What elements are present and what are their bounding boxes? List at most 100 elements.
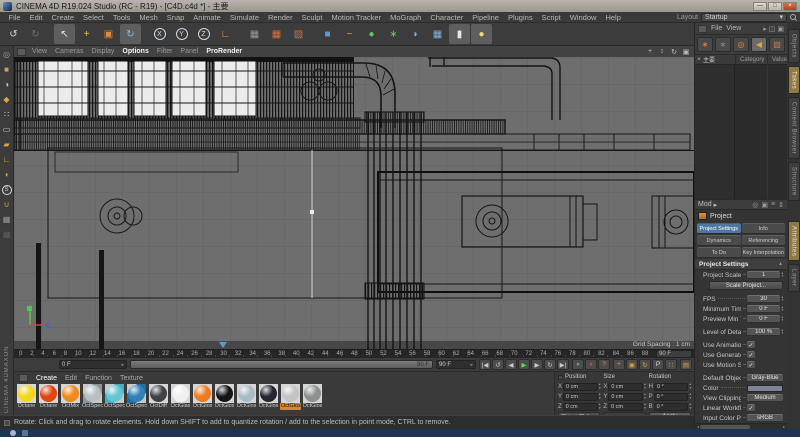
search-icon[interactable]: ◎ (752, 201, 758, 209)
menu-item[interactable]: Window (565, 13, 601, 22)
panel-tab[interactable]: Takes (788, 66, 800, 94)
coordinate-system-icon[interactable]: ∟ (215, 24, 236, 44)
rotate-view-icon[interactable]: ↻ (669, 47, 679, 56)
position-y-field[interactable]: 0 cm (563, 393, 598, 401)
render-picture-viewer-icon[interactable]: ▦ (266, 24, 287, 44)
main-take[interactable]: 主要 (703, 55, 733, 64)
max-frame-box[interactable]: 90 F (656, 350, 692, 358)
mode-arrow-icon[interactable]: ▸ (714, 201, 718, 209)
rotation-b-field[interactable]: 0 ° (654, 403, 689, 411)
record-take-icon[interactable]: ▨ (769, 37, 785, 52)
Octane[interactable]: Octane (38, 384, 59, 410)
viewport-solo-icon[interactable]: ◖ (0, 167, 14, 182)
project-scale-input[interactable]: 1 (747, 271, 780, 279)
edges-mode-icon[interactable]: ▭ (0, 122, 14, 137)
camera-icon[interactable]: ▮ (449, 24, 470, 44)
OctSpec[interactable]: OctSpec (82, 384, 103, 410)
menu-item[interactable]: Plugins (503, 13, 537, 22)
expand-arrow-icon[interactable]: ▸ (763, 25, 767, 33)
toolbar-icon[interactable] (237, 24, 243, 44)
dock-icon[interactable]: ◫ (769, 25, 776, 33)
viewport-menu-item[interactable]: View (28, 48, 51, 55)
menu-item[interactable]: Pipeline (468, 13, 504, 22)
toggle-view-icon[interactable]: ▣ (681, 47, 691, 56)
material-menu-item[interactable]: Texture (120, 375, 143, 382)
menu-item[interactable]: Sculpt (297, 13, 327, 22)
make-editable-icon[interactable]: ◎ (0, 47, 14, 62)
use-animation-checkbox[interactable]: ✓ (747, 341, 755, 349)
spinner-icon[interactable]: ▴▾ (781, 306, 783, 313)
OctGlos[interactable]: OctGlos (214, 384, 235, 410)
use-motion-system-checkbox[interactable]: ✓ (747, 361, 755, 369)
mograph-icon[interactable]: ∗ (383, 24, 404, 44)
fps-input[interactable]: 30 (747, 295, 780, 303)
viewport-menu-item[interactable]: Filter (153, 48, 177, 55)
record-pla-icon[interactable]: ∷ (665, 359, 677, 370)
attribute-tab[interactable]: Key Interpolation (742, 247, 786, 258)
texture-mode-icon[interactable]: ◑ (0, 77, 14, 92)
input-color-profile-dropdown[interactable]: sRGB (747, 414, 783, 422)
OctGlos[interactable]: OctGlos (258, 384, 279, 410)
position-x-field[interactable]: 0 cm (563, 383, 598, 391)
OctDiff[interactable]: OctDiff (148, 384, 169, 410)
snap-icon[interactable]: S (0, 182, 14, 197)
go-to-end-icon[interactable]: ▶| (557, 359, 569, 370)
panel-tab[interactable]: Objects (788, 29, 800, 63)
menu-item[interactable]: Motion Tracker (327, 13, 386, 22)
menu-item[interactable]: Render (264, 13, 298, 22)
toolbar-icon[interactable] (310, 24, 316, 44)
viewport-menu-item[interactable]: Panel (176, 48, 202, 55)
viewport-menu-icon[interactable] (17, 48, 26, 56)
points-mode-icon[interactable]: ∷ (0, 107, 14, 122)
position-checkbox[interactable] (558, 375, 563, 380)
color-swatch[interactable] (747, 385, 783, 392)
record-rotation-icon[interactable]: ↻ (639, 359, 651, 370)
scale-project-button[interactable]: Scale Project... (709, 281, 783, 290)
viewport-canvas[interactable]: Grid Spacing : 1 cm (14, 57, 694, 349)
menu-item[interactable]: Edit (25, 13, 47, 22)
toolbar-icon[interactable] (47, 24, 53, 44)
light-icon[interactable]: ● (471, 24, 492, 44)
menu-item[interactable]: Snap (162, 13, 189, 22)
spinner-icon[interactable]: ▴▾ (781, 296, 783, 303)
move-icon[interactable]: + (76, 24, 97, 44)
material-menu-item[interactable]: Edit (65, 375, 77, 382)
menu-item[interactable]: Character (426, 13, 468, 22)
search-icon[interactable] (790, 14, 796, 20)
panel-icon[interactable]: ▣ (777, 25, 784, 33)
solo-take-icon[interactable]: ◀ (751, 37, 767, 52)
panel-tab[interactable]: Attributes (788, 221, 800, 261)
attribute-tab[interactable]: Info (742, 223, 786, 234)
next-frame-icon[interactable]: ▶ (531, 359, 543, 370)
primitive-cube-icon[interactable]: ■ (317, 24, 338, 44)
size-z-field[interactable]: 0 cm (608, 403, 643, 411)
menu-item[interactable]: MoGraph (386, 13, 426, 22)
OctGlos[interactable]: OctGlos (302, 384, 323, 410)
panel-tab[interactable]: Layer (788, 264, 800, 292)
value-column-header[interactable]: Value (767, 55, 787, 64)
take-overrides-table[interactable] (735, 65, 787, 199)
panel-tab[interactable]: Content Browser (788, 97, 800, 159)
minimum-time-input[interactable]: 0 F (747, 305, 780, 313)
play-backwards-icon[interactable]: ↺ (492, 359, 504, 370)
material-menu-item[interactable]: Function (85, 375, 112, 382)
pan-view-icon[interactable]: + (645, 47, 655, 56)
workplane-icon[interactable]: ▦ (0, 212, 14, 227)
viewport-menu-item[interactable]: Display (87, 48, 118, 55)
menu-item[interactable]: Animate (189, 13, 226, 22)
Octane[interactable]: Octane (16, 384, 37, 410)
scrollbar-thumb[interactable] (700, 425, 750, 429)
takes-list[interactable] (695, 65, 787, 199)
delete-take-icon[interactable]: ∗ (715, 37, 731, 52)
autokeying-icon[interactable]: ● (585, 359, 597, 370)
attribute-tab[interactable]: To Do (697, 247, 741, 258)
filter-icon[interactable]: ≡ (771, 201, 775, 209)
rotate-icon[interactable]: ↻ (120, 24, 141, 44)
scroll-up-icon[interactable]: ▲ (778, 261, 783, 267)
close-icon[interactable]: × (695, 57, 703, 63)
category-column-header[interactable]: Category (735, 55, 767, 64)
record-position-icon[interactable]: + (613, 359, 625, 370)
minimize-button[interactable]: — (753, 2, 767, 11)
file-menu[interactable]: File (711, 25, 722, 32)
timeline-range-slider[interactable]: 90 F (130, 360, 433, 369)
